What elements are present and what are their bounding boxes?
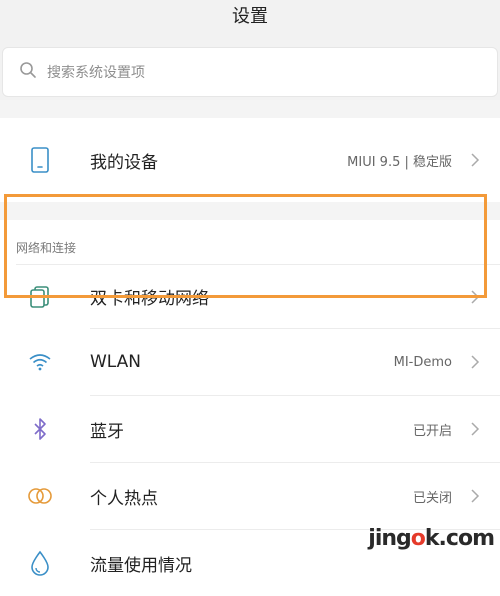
hotspot-label: 个人热点 xyxy=(90,488,158,509)
chevron-right-icon xyxy=(464,152,486,168)
section-header-network: 网络和连接 xyxy=(0,220,500,264)
wlan-label: WLAN xyxy=(90,352,142,372)
chevron-right-icon xyxy=(464,354,486,370)
page-title: 设置 xyxy=(232,6,268,27)
watermark-logo: jingok.com xyxy=(368,526,495,551)
wifi-icon xyxy=(16,338,64,386)
chevron-right-icon xyxy=(464,488,486,504)
bluetooth-status: 已开启 xyxy=(412,423,452,439)
my-device-row[interactable]: 我的设备 MIUI 9.5 | 稳定版 xyxy=(0,118,500,202)
hotspot-icon xyxy=(16,472,64,520)
sim-mobile-network-label: 双卡和移动网络 xyxy=(90,289,209,309)
wlan-network-name: MI-Demo xyxy=(393,354,452,370)
device-card: 我的设备 MIUI 9.5 | 稳定版 xyxy=(0,118,500,202)
hotspot-row[interactable]: 个人热点 已关闭 xyxy=(0,463,500,529)
my-device-label: 我的设备 xyxy=(90,152,158,173)
section-title: 网络和连接 xyxy=(16,241,77,255)
bluetooth-row[interactable]: 蓝牙 已开启 xyxy=(0,396,500,462)
sim-card-icon xyxy=(16,273,64,321)
chevron-right-icon xyxy=(464,289,486,305)
search-icon xyxy=(19,61,37,83)
bluetooth-icon xyxy=(16,405,64,453)
header: 设置 xyxy=(0,0,500,42)
bluetooth-label: 蓝牙 xyxy=(90,421,124,442)
search-container: 搜索系统设置项 xyxy=(0,42,500,100)
data-drop-icon xyxy=(16,539,64,587)
wlan-row[interactable]: WLAN MI-Demo xyxy=(0,329,500,395)
search-placeholder: 搜索系统设置项 xyxy=(47,65,145,81)
hotspot-status: 已关闭 xyxy=(412,490,452,506)
spacer xyxy=(0,100,500,118)
device-version: MIUI 9.5 | 稳定版 xyxy=(347,154,452,170)
spacer xyxy=(0,202,500,220)
chevron-right-icon xyxy=(464,421,486,437)
sim-mobile-network-row[interactable]: 双卡和移动网络 xyxy=(0,265,500,328)
phone-icon xyxy=(16,136,64,184)
search-input[interactable]: 搜索系统设置项 xyxy=(2,47,498,97)
data-usage-label: 流量使用情况 xyxy=(90,555,192,576)
